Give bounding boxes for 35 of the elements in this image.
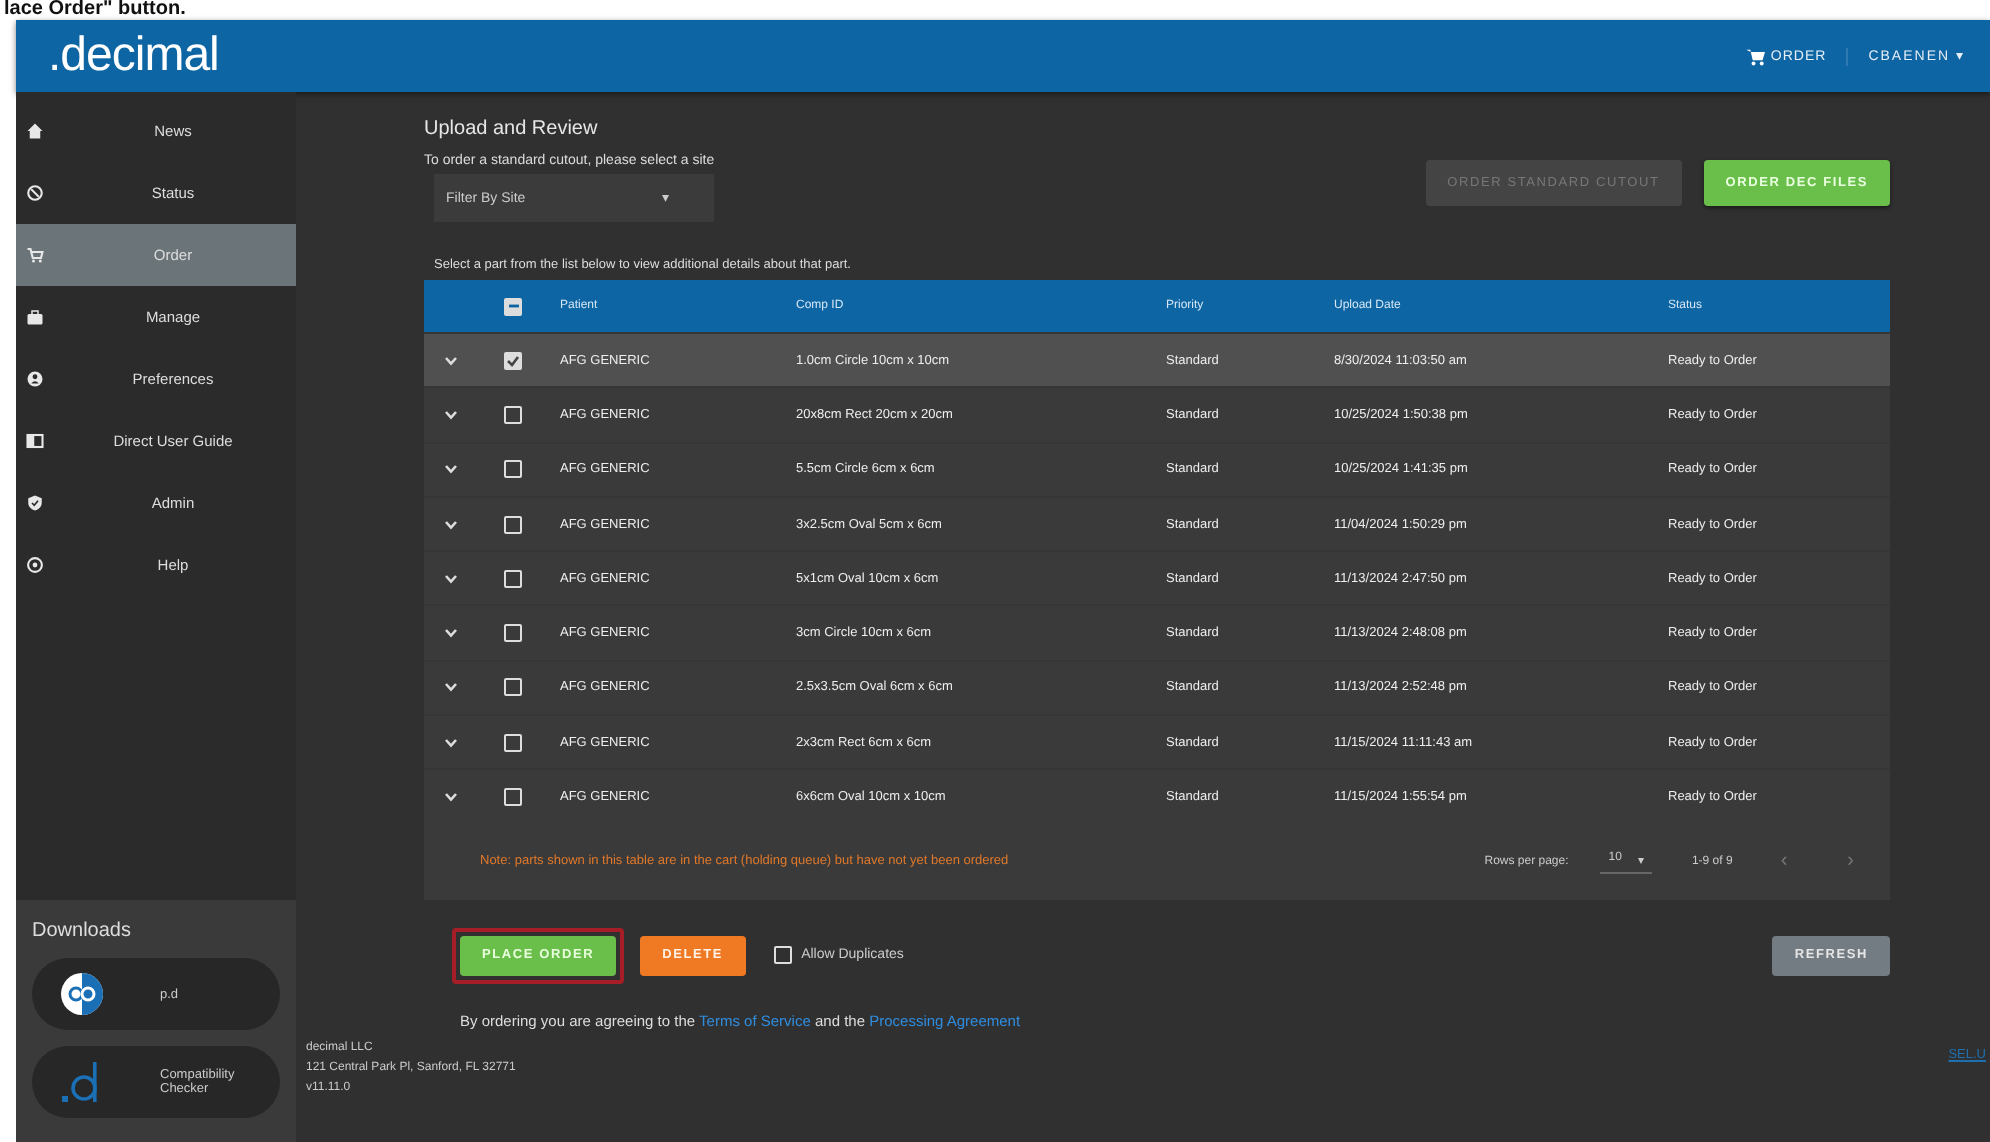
logo[interactable]: .decimal <box>48 28 219 84</box>
help-icon <box>26 556 44 574</box>
row-checkbox[interactable] <box>504 351 522 370</box>
expand-chevron-icon[interactable] <box>444 355 458 366</box>
row-checkbox[interactable] <box>504 624 522 643</box>
checkmark-icon <box>506 353 520 368</box>
expand-chevron-icon[interactable] <box>444 464 458 475</box>
cart-icon <box>26 246 44 264</box>
row-checkbox[interactable] <box>504 788 522 807</box>
briefcase-icon <box>26 308 44 326</box>
round-logo-icon <box>60 972 104 1016</box>
person-icon <box>26 370 44 388</box>
expand-chevron-icon[interactable] <box>444 519 458 530</box>
dash-icon <box>507 304 519 308</box>
row-checkbox[interactable] <box>504 733 522 752</box>
row-checkbox[interactable] <box>504 515 522 534</box>
home-icon <box>26 122 44 140</box>
expand-chevron-icon[interactable] <box>444 737 458 748</box>
shield-icon <box>26 494 44 512</box>
expand-chevron-icon[interactable] <box>444 682 458 693</box>
row-checkbox[interactable] <box>504 405 522 424</box>
downloads-title: Downloads <box>32 920 133 942</box>
expand-chevron-icon[interactable] <box>444 409 458 420</box>
dot-d-logo-icon <box>60 1060 100 1104</box>
section-title: Upload and Review <box>424 118 598 140</box>
expand-chevron-icon[interactable] <box>444 573 458 584</box>
row-checkbox[interactable] <box>504 569 522 588</box>
caption-text: lace Order" button. <box>4 0 186 20</box>
select-all-checkbox[interactable] <box>504 297 522 315</box>
expand-chevron-icon[interactable] <box>444 628 458 639</box>
expand-chevron-icon[interactable] <box>444 792 458 803</box>
row-checkbox[interactable] <box>504 460 522 479</box>
book-icon <box>26 432 44 450</box>
row-checkbox[interactable] <box>504 678 522 697</box>
cart-icon <box>1746 47 1767 65</box>
